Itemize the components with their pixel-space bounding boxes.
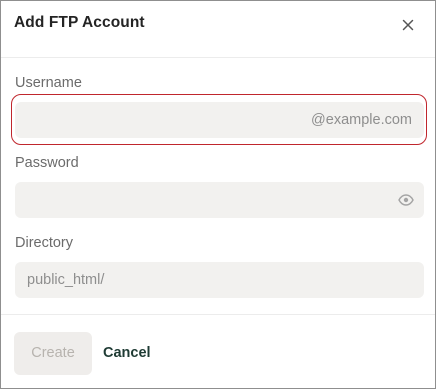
dialog-title: Add FTP Account (14, 14, 145, 31)
username-label: Username (15, 75, 82, 91)
eye-icon (398, 194, 414, 206)
add-ftp-account-dialog: Add FTP Account Username @example.com Pa… (0, 0, 436, 389)
dialog-header: Add FTP Account (1, 1, 435, 58)
password-field-wrapper (15, 182, 424, 218)
create-button[interactable]: Create (14, 332, 92, 375)
directory-input[interactable] (15, 262, 424, 298)
directory-field-wrapper (15, 262, 424, 298)
password-input[interactable] (15, 182, 424, 218)
username-field-wrapper: @example.com (15, 102, 424, 138)
close-button[interactable] (400, 17, 416, 33)
directory-label: Directory (15, 235, 74, 251)
password-label: Password (15, 155, 79, 171)
cancel-button[interactable]: Cancel (103, 332, 151, 375)
close-icon (402, 19, 414, 31)
show-password-toggle[interactable] (398, 193, 414, 207)
username-domain-suffix: @example.com (311, 112, 412, 128)
dialog-footer: Create Cancel (1, 314, 435, 389)
